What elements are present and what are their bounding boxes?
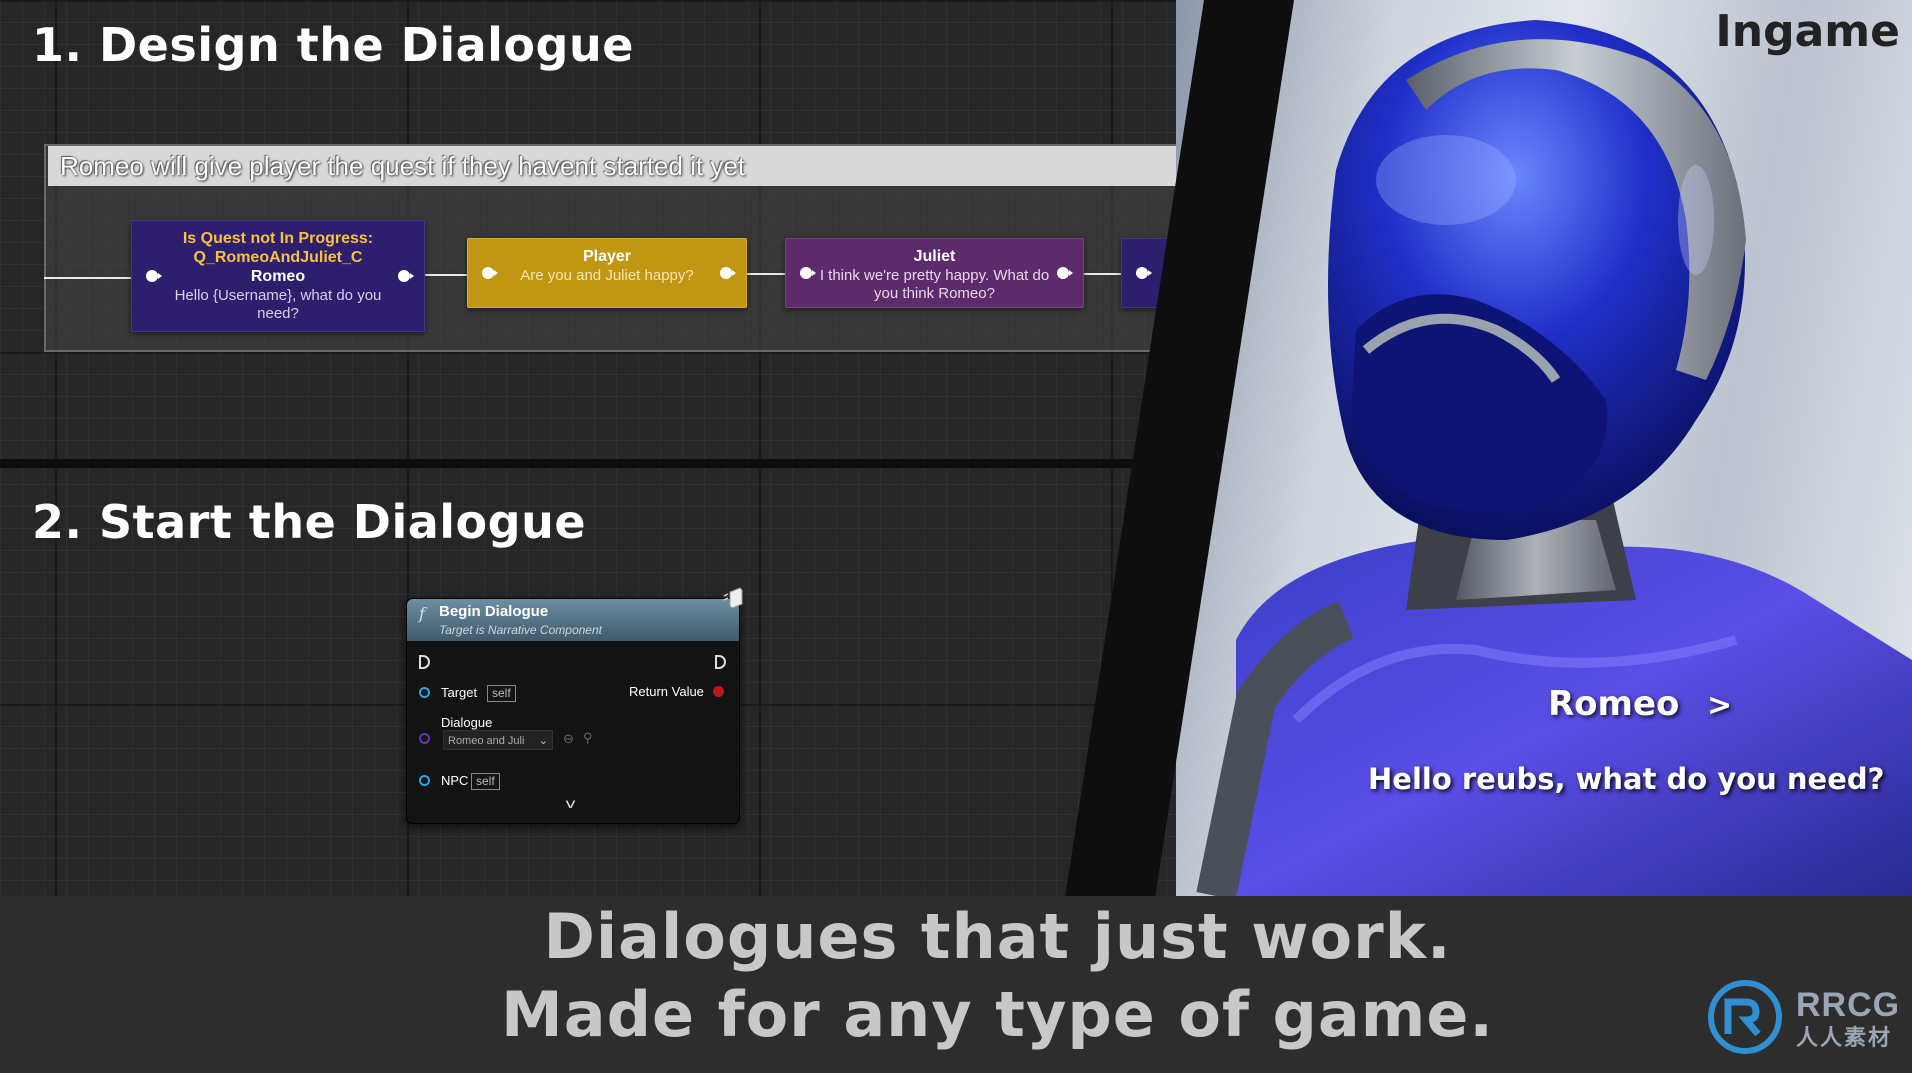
tagline-line2: Made for any type of game.	[501, 978, 1494, 1051]
target-value[interactable]: self	[487, 685, 516, 702]
node-title: Begin Dialogue	[439, 603, 549, 620]
begin-dialogue-node[interactable]: f Begin Dialogue Target is Narrative Com…	[406, 598, 740, 824]
dialogue-select[interactable]: Romeo and Juli ⌄	[443, 730, 553, 750]
tagline-line1: Dialogues that just work.	[543, 900, 1452, 973]
npc-pin-icon[interactable]	[419, 775, 430, 786]
section2-heading: 2. Start the Dialogue	[32, 495, 587, 549]
wire	[747, 273, 785, 275]
input-pin-icon[interactable]	[146, 270, 162, 282]
dialogue-node-romeo[interactable]: Is Quest not In Progress: Q_RomeoAndJuli…	[131, 220, 425, 332]
npc-label: NPC	[441, 773, 469, 788]
use-selected-icon[interactable]: ⊖	[563, 731, 574, 747]
node-line: Hello {Username}, what do you need?	[174, 287, 382, 322]
watermark-logo-icon	[1708, 980, 1782, 1054]
node-header[interactable]: f Begin Dialogue Target is Narrative Com…	[407, 599, 739, 641]
input-pin-icon[interactable]	[1136, 267, 1152, 279]
return-value-label: Return Value	[629, 684, 704, 699]
output-pin-icon[interactable]	[720, 267, 736, 279]
node-speaker: Player	[582, 248, 632, 265]
next-arrow-button[interactable]: >	[1707, 688, 1732, 723]
dialogue-pin-icon[interactable]	[419, 733, 430, 744]
exec-in-pin-icon[interactable]	[419, 655, 430, 669]
watermark-sub: 人人素材	[1796, 1026, 1893, 1051]
npc-value[interactable]: self	[471, 773, 500, 790]
node-condition: Is Quest not In Progress: Q_RomeoAndJuli…	[182, 230, 374, 266]
node-speaker: Romeo	[250, 268, 306, 285]
comment-header[interactable]: Romeo will give player the quest if they…	[48, 146, 1348, 186]
node-line: I think we're pretty happy. What do you …	[819, 267, 1050, 302]
function-icon: f	[419, 604, 425, 623]
section-divider	[0, 459, 1290, 468]
dialogue-select-value: Romeo and Juli	[448, 735, 525, 747]
ingame-speaker-name: Romeo	[1548, 684, 1680, 724]
section1-heading: 1. Design the Dialogue	[32, 18, 634, 72]
browse-search-icon[interactable]: ⚲	[583, 730, 593, 746]
dialogue-node-juliet[interactable]: Juliet I think we're pretty happy. What …	[785, 238, 1084, 308]
wire	[44, 277, 132, 279]
input-pin-icon[interactable]	[800, 267, 816, 279]
node-line: Are you and Juliet happy?	[520, 267, 694, 284]
exec-out-pin-icon[interactable]	[715, 655, 726, 669]
output-pin-icon[interactable]	[398, 270, 414, 282]
node-subtitle: Target is Narrative Component	[439, 623, 602, 637]
wire	[425, 274, 467, 276]
dialogue-node-player[interactable]: Player Are you and Juliet happy?	[467, 238, 747, 308]
replicated-node-icon	[723, 587, 743, 609]
input-pin-icon[interactable]	[482, 267, 498, 279]
node-speaker: Juliet	[913, 248, 956, 265]
chevron-down-icon: ⌄	[538, 735, 548, 747]
ingame-dialogue-line: Hello reubs, what do you need?	[1368, 762, 1885, 796]
return-value-pin-icon[interactable]	[713, 686, 724, 697]
dialogue-label: Dialogue	[441, 715, 493, 730]
ingame-label: Ingame	[1715, 6, 1900, 57]
expand-chevron-icon[interactable]: v	[566, 795, 576, 811]
target-label: Target	[441, 685, 478, 700]
wire	[1084, 273, 1121, 275]
target-pin-icon[interactable]	[419, 687, 430, 698]
output-pin-icon[interactable]	[1057, 267, 1073, 279]
